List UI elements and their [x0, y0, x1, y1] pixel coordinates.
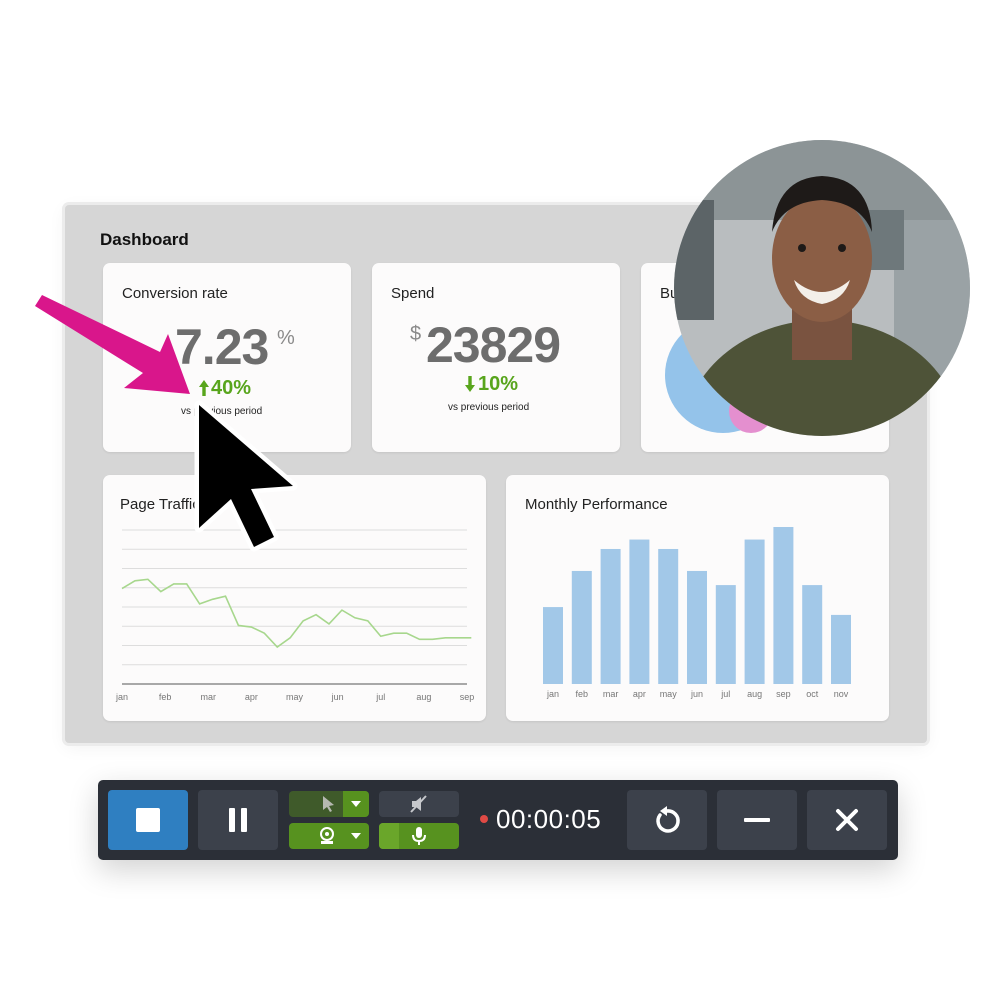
- webcam-toggle[interactable]: [289, 823, 369, 849]
- recording-timer: 00:00:05: [496, 804, 602, 834]
- recording-indicator: [480, 815, 488, 823]
- cursor-toggle[interactable]: [289, 791, 369, 817]
- minimize-button[interactable]: [717, 790, 797, 850]
- pause-icon: [229, 808, 247, 832]
- microphone-icon: [412, 827, 426, 845]
- close-button[interactable]: [807, 790, 887, 850]
- close-icon: [836, 809, 858, 831]
- webcam-avatar: [674, 140, 970, 436]
- chevron-down-icon: [351, 801, 361, 807]
- speaker-muted-icon: [410, 795, 427, 813]
- pause-button[interactable]: [198, 790, 278, 850]
- webcam-icon: [320, 827, 334, 844]
- restart-button[interactable]: [627, 790, 707, 850]
- stop-icon: [136, 808, 160, 832]
- stop-button[interactable]: [108, 790, 188, 850]
- minimize-icon: [744, 818, 770, 822]
- pointer-icon: [323, 796, 334, 812]
- chevron-down-icon[interactable]: [343, 823, 369, 849]
- cursor-options-dropdown[interactable]: [343, 791, 369, 817]
- restart-icon: [656, 806, 680, 833]
- system-audio-toggle[interactable]: [379, 791, 459, 817]
- microphone-toggle[interactable]: [379, 823, 459, 849]
